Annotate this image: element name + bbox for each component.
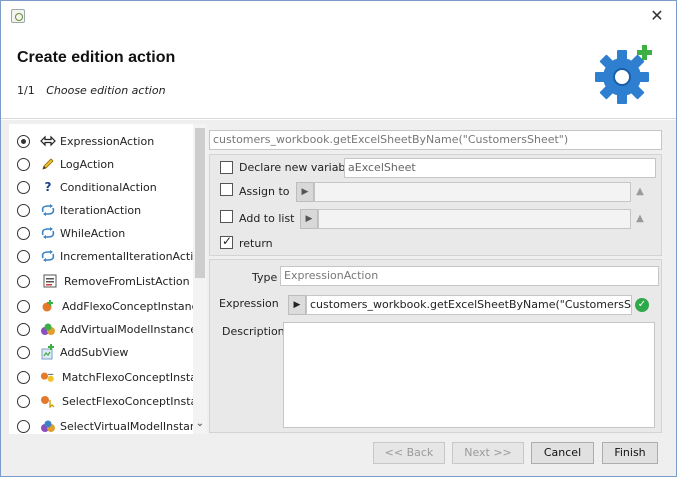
valid-check-icon: ✓: [635, 298, 649, 312]
expression-input[interactable]: customers_workbook.getExcelSheetByName("…: [306, 295, 632, 315]
description-label: Description: [222, 325, 285, 338]
action-option-log[interactable]: LogAction: [9, 153, 193, 175]
return-label: return: [239, 237, 273, 250]
scrollbar-thumb[interactable]: [195, 128, 205, 278]
assign-to-input[interactable]: [314, 182, 631, 202]
action-label: AddSubView: [60, 345, 129, 359]
lock-icon: ▲: [636, 213, 644, 224]
list-remove-icon: [42, 273, 58, 289]
action-label: IncrementalIterationAction: [60, 249, 193, 263]
virtual-model-add-icon: [40, 321, 56, 337]
back-button[interactable]: << Back: [373, 442, 445, 464]
radio-button[interactable]: [17, 203, 30, 217]
loop-icon: [40, 225, 56, 241]
dialog-body: ExpressionAction LogAction ? Conditional…: [1, 120, 676, 435]
radio-button[interactable]: [17, 157, 30, 171]
action-label: LogAction: [60, 157, 115, 171]
expression-play-button[interactable]: ▶: [288, 295, 306, 315]
title-bar: ✕: [1, 1, 676, 31]
action-option-match-flexo-concept-instance[interactable]: MatchFlexoConceptInstance: [9, 366, 193, 388]
radio-button[interactable]: [17, 419, 30, 433]
action-label: WhileAction: [60, 226, 126, 240]
dialog-header: Create edition action 1/1 Choose edition…: [1, 31, 676, 119]
action-option-select-flexo-concept-instance[interactable]: SelectFlexoConceptInstance: [9, 390, 193, 412]
virtual-model-select-icon: [40, 418, 56, 434]
action-label: MatchFlexoConceptInstance: [62, 370, 193, 384]
chevron-down-icon[interactable]: ⌄: [194, 418, 206, 430]
type-label: Type: [252, 271, 278, 284]
question-icon: ?: [44, 180, 52, 194]
radio-button[interactable]: [17, 274, 30, 288]
variable-options-section: Declare new variable aExcelSheet Assign …: [209, 154, 662, 256]
close-button[interactable]: ✕: [648, 7, 666, 25]
declare-variable-label: Declare new variable: [239, 161, 356, 174]
radio-button[interactable]: [17, 134, 30, 148]
action-label: SelectFlexoConceptInstance: [62, 394, 193, 408]
variable-name-input[interactable]: aExcelSheet: [344, 158, 656, 178]
action-type-list: ExpressionAction LogAction ? Conditional…: [9, 124, 207, 434]
action-label: ExpressionAction: [60, 134, 155, 148]
action-label: SelectVirtualModelInstance: [60, 419, 193, 433]
assign-to-label: Assign to: [239, 185, 290, 198]
assign-to-checkbox[interactable]: [220, 183, 233, 196]
action-option-add-flexo-concept-instance[interactable]: AddFlexoConceptInstance: [9, 295, 193, 317]
flexo-concept-select-icon: [40, 393, 56, 409]
action-label: RemoveFromListAction: [64, 274, 190, 288]
gear-plus-icon: [595, 45, 652, 104]
add-to-list-checkbox[interactable]: [220, 210, 233, 223]
add-to-list-input[interactable]: [318, 209, 631, 229]
app-icon: [11, 9, 25, 23]
subview-add-icon: [40, 344, 56, 360]
description-textarea[interactable]: [283, 322, 655, 428]
loop-icon: [40, 248, 56, 264]
action-option-incremental-iteration[interactable]: IncrementalIterationAction: [9, 245, 193, 267]
add-to-list-play-button[interactable]: ▶: [300, 209, 318, 229]
radio-button[interactable]: [17, 226, 30, 240]
flexo-concept-add-icon: [40, 298, 56, 314]
action-option-expression[interactable]: ExpressionAction: [9, 130, 193, 152]
return-checkbox[interactable]: [220, 234, 233, 249]
page-title: Create edition action: [17, 49, 176, 66]
declare-variable-checkbox[interactable]: [220, 161, 233, 174]
expression-label: Expression: [219, 297, 279, 310]
action-option-conditional[interactable]: ? ConditionalAction: [9, 176, 193, 198]
action-option-remove-from-list[interactable]: RemoveFromListAction: [9, 270, 193, 292]
pencil-icon: [40, 156, 56, 172]
list-scrollbar[interactable]: ⌄: [193, 124, 207, 434]
action-option-iteration[interactable]: IterationAction: [9, 199, 193, 221]
action-option-while[interactable]: WhileAction: [9, 222, 193, 244]
action-label: IterationAction: [60, 203, 142, 217]
lock-icon: ▲: [636, 186, 644, 197]
loop-icon: [40, 202, 56, 218]
action-label: ConditionalAction: [60, 180, 157, 194]
next-button[interactable]: Next >>: [452, 442, 524, 464]
radio-button[interactable]: [17, 299, 30, 313]
cancel-button[interactable]: Cancel: [531, 442, 594, 464]
expression-summary-field[interactable]: customers_workbook.getExcelSheetByName("…: [209, 130, 662, 150]
radio-button[interactable]: [17, 322, 30, 336]
action-label: AddVirtualModelInstance: [60, 322, 193, 336]
action-option-select-virtual-model-instance[interactable]: SelectVirtualModelInstance: [9, 415, 193, 437]
assign-to-play-button[interactable]: ▶: [296, 182, 314, 202]
radio-button[interactable]: [17, 249, 30, 263]
step-description: Choose edition action: [46, 84, 166, 97]
action-details-section: Type ExpressionAction Expression ▶ custo…: [209, 259, 662, 433]
action-option-add-sub-view[interactable]: AddSubView: [9, 341, 193, 363]
radio-button[interactable]: [17, 345, 30, 359]
finish-button[interactable]: Finish: [602, 442, 658, 464]
radio-button[interactable]: [17, 394, 30, 408]
arrows-icon: [40, 133, 56, 149]
step-number: 1/1: [17, 84, 35, 97]
radio-button[interactable]: [17, 370, 30, 384]
action-option-add-virtual-model-instance[interactable]: AddVirtualModelInstance: [9, 318, 193, 340]
action-label: AddFlexoConceptInstance: [62, 299, 193, 313]
radio-button[interactable]: [17, 180, 30, 194]
type-field: ExpressionAction: [280, 266, 659, 286]
button-bar: << Back Next >> Cancel Finish: [1, 435, 676, 476]
add-to-list-label: Add to list: [239, 212, 295, 225]
flexo-concept-match-icon: [40, 369, 56, 385]
step-indicator: 1/1 Choose edition action: [17, 84, 166, 97]
create-edition-action-dialog: ✕ Create edition action 1/1 Choose editi…: [0, 0, 677, 477]
